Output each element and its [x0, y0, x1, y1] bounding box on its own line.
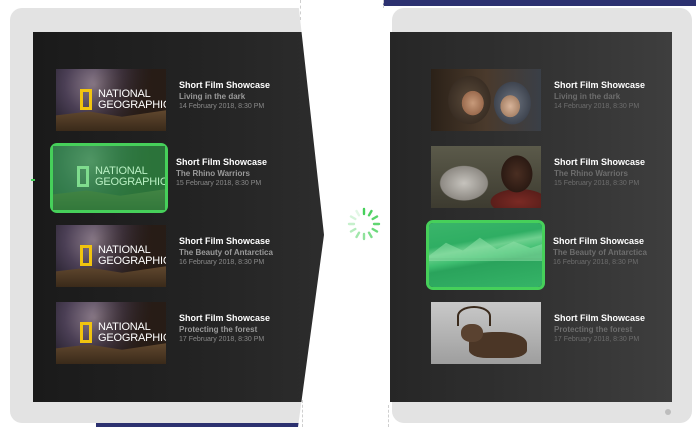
item-date: 17 February 2018, 8:30 PM: [554, 336, 640, 343]
item-title: Short Film Showcase: [554, 313, 646, 323]
children-photo: [431, 69, 541, 131]
item-subtitle: The Rhino Warriors: [176, 169, 250, 178]
item-title: Short Film Showcase: [553, 236, 645, 246]
item-date: 16 February 2018, 8:30 PM: [179, 259, 265, 266]
navy-accent-top: [380, 0, 696, 6]
natgeo-thumbnail: NATIONAL GEOGRAPHIC: [56, 69, 166, 131]
spinner-icon: [347, 207, 381, 241]
natgeo-logo-icon: [80, 245, 92, 266]
divider-dash: [383, 0, 385, 8]
item-title: Short Film Showcase: [176, 157, 268, 167]
item-subtitle: The Beauty of Antarctica: [179, 248, 273, 257]
divider-dash: [300, 0, 302, 20]
left-screen: NATIONAL GEOGRAPHIC Short Film Showcase L…: [33, 32, 331, 402]
reindeer-photo: [431, 302, 541, 364]
selection-highlight: NATIONAL GEOGRAPHIC: [50, 143, 168, 213]
divider-dash: [302, 400, 304, 427]
item-date: 14 February 2018, 8:30 PM: [179, 103, 265, 110]
item-date: 15 February 2018, 8:30 PM: [176, 180, 262, 187]
item-subtitle: Protecting the forest: [554, 325, 633, 334]
list-item[interactable]: NATIONAL GEOGRAPHIC Short Film Showcase L…: [56, 69, 270, 131]
list-item[interactable]: NATIONAL GEOGRAPHIC Short Film Showcase T…: [56, 225, 273, 287]
item-title: Short Film Showcase: [554, 80, 646, 90]
item-title: Short Film Showcase: [179, 313, 271, 323]
item-subtitle: Living in the dark: [554, 92, 621, 101]
divider-dash: [388, 405, 390, 427]
natgeo-logo-text: NATIONAL GEOGRAPHIC: [95, 165, 165, 188]
natgeo-logo-text: NATIONAL GEOGRAPHIC: [98, 244, 166, 267]
item-date: 17 February 2018, 8:30 PM: [179, 336, 265, 343]
list-item-selected[interactable]: NATIONAL GEOGRAPHIC Short Film Showcase T…: [50, 143, 268, 213]
home-button[interactable]: [665, 409, 671, 415]
item-subtitle: Living in the dark: [179, 92, 246, 101]
natgeo-logo-icon: [80, 322, 92, 343]
natgeo-logo-text: NATIONAL GEOGRAPHIC: [98, 88, 166, 111]
item-date: 14 February 2018, 8:30 PM: [554, 103, 640, 110]
item-subtitle: Protecting the forest: [179, 325, 258, 334]
item-title: Short Film Showcase: [179, 236, 271, 246]
item-title: Short Film Showcase: [554, 157, 646, 167]
natgeo-logo-icon: [80, 89, 92, 110]
item-subtitle: The Rhino Warriors: [554, 169, 628, 178]
natgeo-logo-icon: [77, 166, 89, 187]
list-item[interactable]: Short Film Showcase Living in the dark 1…: [431, 69, 645, 131]
list-item[interactable]: Short Film Showcase The Rhino Warriors 1…: [431, 146, 645, 208]
natgeo-logo-text: NATIONAL GEOGRAPHIC: [98, 321, 166, 344]
focus-indicator: [31, 179, 35, 181]
selection-highlight: [426, 220, 545, 290]
rhino-photo: [431, 146, 541, 208]
natgeo-thumbnail: NATIONAL GEOGRAPHIC: [53, 146, 165, 210]
item-date: 15 February 2018, 8:30 PM: [554, 180, 640, 187]
list-item[interactable]: Short Film Showcase Protecting the fores…: [431, 302, 645, 364]
natgeo-thumbnail: NATIONAL GEOGRAPHIC: [56, 225, 166, 287]
natgeo-thumbnail: NATIONAL GEOGRAPHIC: [56, 302, 166, 364]
right-screen: Short Film Showcase Living in the dark 1…: [390, 32, 672, 402]
item-date: 16 February 2018, 8:30 PM: [553, 259, 639, 266]
list-item-selected[interactable]: Short Film Showcase The Beauty of Antarc…: [426, 220, 647, 290]
item-subtitle: The Beauty of Antarctica: [553, 248, 647, 257]
item-title: Short Film Showcase: [179, 80, 271, 90]
list-item[interactable]: NATIONAL GEOGRAPHIC Short Film Showcase P…: [56, 302, 270, 364]
